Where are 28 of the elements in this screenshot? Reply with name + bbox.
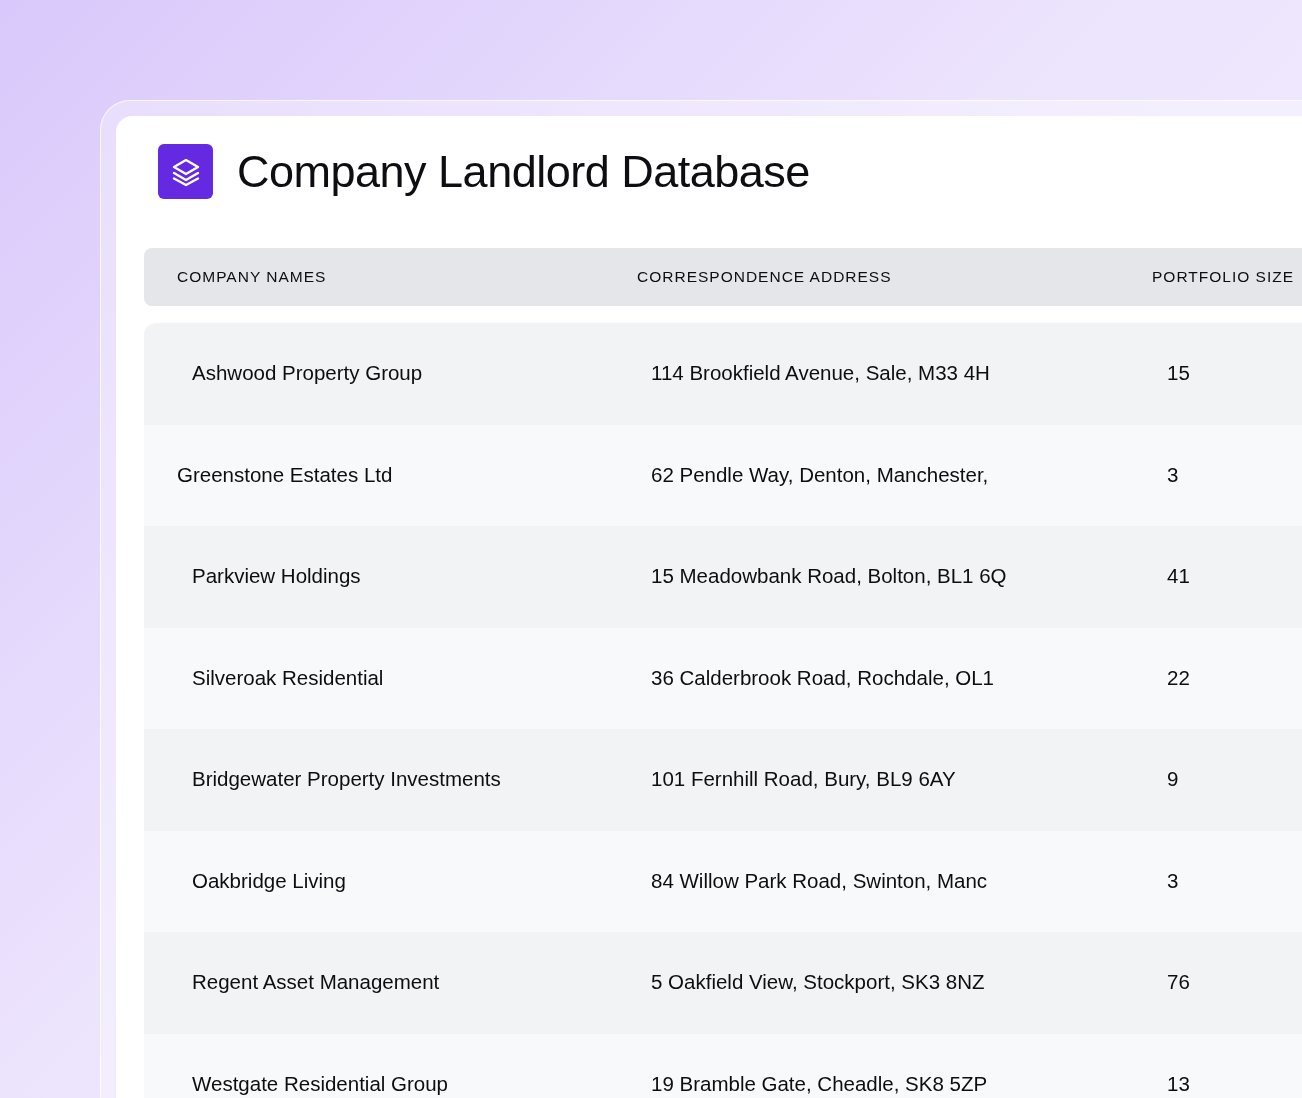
table-cell: 9 xyxy=(1167,767,1179,791)
table-cell: 15 xyxy=(1167,361,1190,385)
app-title: Company Landlord Database xyxy=(237,149,810,194)
table-cell: 36 Calderbrook Road, Rochdale, OL1 xyxy=(651,665,994,689)
table-cell: 22 xyxy=(1167,665,1190,689)
name-cell-text: Oakbridge Living xyxy=(191,867,347,894)
name-cell-text: Parkview Holdings xyxy=(191,563,362,590)
table-cell: 15 Meadowbank Road, Bolton, BL1 6Q xyxy=(651,564,1007,588)
table-cell: 101 Fernhill Road, Bury, BL9 6AY xyxy=(651,767,956,791)
name-cell-text: Ashwood Property Group xyxy=(191,360,424,387)
table-cell: 3 xyxy=(1167,868,1179,892)
table-cell: 76 xyxy=(1167,970,1190,994)
table-cell: 19 Bramble Gate, Cheadle, SK8 5ZP xyxy=(651,1071,988,1095)
table-cell: 3 xyxy=(1167,462,1179,486)
name-cell-text: Silveroak Residential xyxy=(191,664,385,691)
table-cell: 114 Brookfield Avenue, Sale, M33 4H xyxy=(651,361,990,385)
table-cell: 84 Willow Park Road, Swinton, Manc xyxy=(651,868,988,892)
column-header: COMPANY NAMES xyxy=(177,268,327,285)
name-cell-text: Greenstone Estates Ltd xyxy=(176,461,394,488)
name-cell-text: Bridgewater Property Investments xyxy=(191,766,502,793)
table-cell: 41 xyxy=(1167,564,1190,588)
name-cell-text: Regent Asset Management xyxy=(191,969,441,996)
column-header: PORTFOLIO SIZE xyxy=(1152,268,1295,285)
table-cell: 62 Pendle Way, Denton, Manchester, xyxy=(651,462,989,486)
column-header: CORRESPONDENCE ADDRESS xyxy=(637,268,892,285)
table-cell: 5 Oakfield View, Stockport, SK3 8NZ xyxy=(651,970,985,994)
name-cell-text: Westgate Residential Group xyxy=(191,1070,449,1097)
table-cell: 13 xyxy=(1167,1071,1190,1095)
